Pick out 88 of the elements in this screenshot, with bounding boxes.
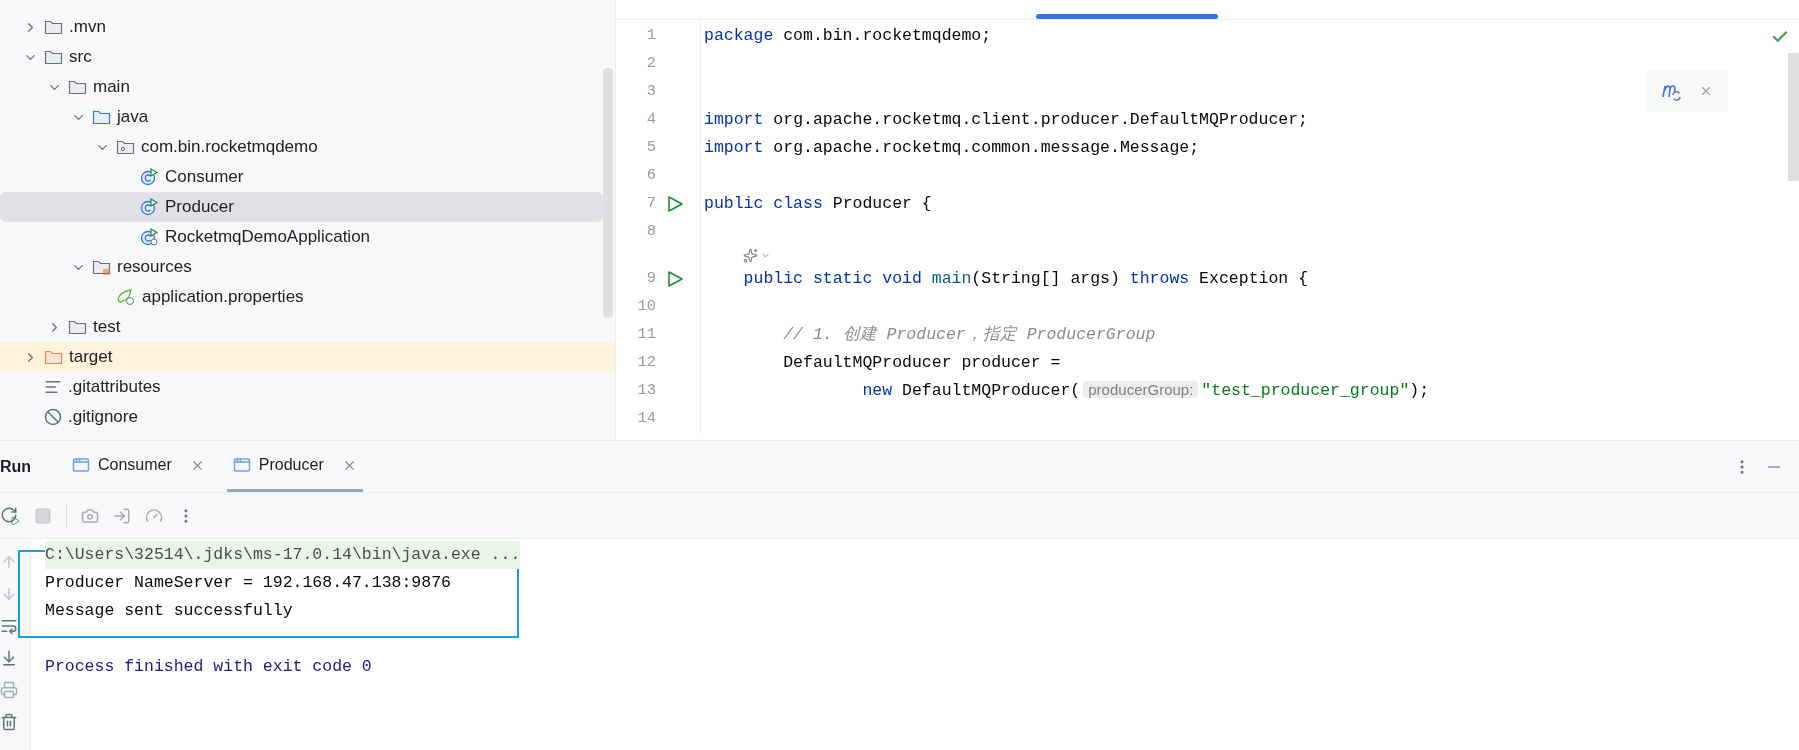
ignore-file-icon [44, 408, 62, 426]
folder-icon [68, 79, 87, 95]
line-number: 13 [636, 380, 656, 402]
tree-item-label: main [93, 76, 130, 99]
folder-icon [44, 19, 63, 35]
tree-item[interactable]: src [0, 42, 615, 72]
runnable-class-icon [140, 198, 159, 216]
resources-folder-icon [92, 259, 111, 275]
gauge-icon[interactable] [145, 506, 163, 525]
line-number: 9 [645, 268, 656, 290]
tree-item[interactable]: application.properties [0, 282, 615, 312]
trash-icon[interactable] [0, 713, 18, 731]
code-line: public class Producer { [704, 192, 932, 215]
run-tab-label: Consumer [98, 455, 172, 475]
tree-item-label: Producer [165, 196, 234, 219]
text-file-icon [44, 378, 62, 396]
console-line: Producer NameServer = 192.168.47.138:9876 [45, 572, 451, 594]
panel-title: Run [0, 456, 33, 477]
line-number: 8 [645, 221, 656, 243]
code-line: public static void main(String[] args) throws Exception { [742, 267, 1309, 290]
console-line: Message sent successfully [45, 600, 293, 622]
tree-item-label: com.bin.rocketmqdemo [141, 136, 318, 159]
tree-item[interactable]: test [0, 312, 615, 342]
line-number: 2 [645, 53, 656, 75]
tree-item-label: resources [117, 256, 192, 279]
tree-item[interactable]: main [0, 72, 615, 102]
console-line: Process finished with exit code 0 [45, 656, 372, 678]
parameter-hint: producerGroup: [1083, 380, 1199, 398]
tree-item[interactable]: Producer [0, 192, 603, 222]
tree-item[interactable]: target [0, 342, 615, 372]
tree-item[interactable]: .gitattributes [0, 372, 615, 402]
runnable-class-icon [140, 168, 159, 186]
code-line: import org.apache.rocketmq.client.producer.DefaultMQProducer; [704, 108, 1308, 131]
line-number: 14 [636, 408, 656, 430]
tree-item[interactable]: java [0, 102, 615, 132]
tree-item[interactable]: Consumer [0, 162, 615, 192]
print-icon[interactable] [0, 681, 18, 699]
folder-icon [44, 49, 63, 65]
code-line: import org.apache.rocketmq.common.message.Message; [704, 136, 1200, 159]
line-number: 4 [645, 109, 656, 131]
close-icon[interactable] [1699, 84, 1713, 98]
run-tab[interactable]: Consumer [66, 441, 211, 492]
line-number: 12 [636, 352, 656, 374]
tree-item[interactable]: .gitignore [0, 402, 615, 432]
line-number: 3 [645, 81, 656, 103]
code-line: // 1. 创建 Producer，指定 ProducerGroup [782, 323, 1156, 346]
camera-icon[interactable] [81, 506, 99, 525]
runnable-class-icon [140, 228, 159, 246]
tree-item-label: test [93, 316, 121, 339]
code-line: new DefaultMQProducer( producerGroup: "test_producer_group"); [861, 379, 1430, 402]
code-line: DefaultMQProducer producer = [782, 351, 1061, 374]
package-icon [116, 139, 135, 155]
console-icon [232, 456, 251, 474]
line-number: 1 [645, 25, 656, 47]
folder-icon [44, 349, 63, 365]
spring-leaf-icon [116, 288, 136, 306]
tree-item-label: target [69, 346, 113, 369]
line-number: 5 [645, 137, 656, 159]
login-icon[interactable] [113, 506, 131, 525]
line-number: 6 [645, 165, 656, 187]
soft-wrap-icon[interactable] [0, 617, 18, 635]
tree-item-label: .gitignore [68, 406, 138, 429]
tree-item-label: application.properties [142, 286, 304, 309]
tree-item[interactable]: resources [0, 252, 615, 282]
run-icon[interactable] [666, 195, 684, 213]
rerun-icon[interactable] [0, 505, 20, 526]
scroll-to-end-icon[interactable] [0, 649, 18, 667]
run-tab-label: Producer [258, 455, 324, 475]
line-number: 11 [636, 324, 656, 346]
tree-item-label: RocketmqDemoApplication [165, 226, 371, 249]
tree-item[interactable]: com.bin.rocketmqdemo [0, 132, 615, 162]
tree-item-label: java [117, 106, 149, 129]
console-icon [72, 456, 90, 474]
tree-item[interactable]: RocketmqDemoApplication [0, 222, 615, 252]
tree-item-label: src [69, 46, 92, 69]
tree-item[interactable]: .mvn [0, 12, 615, 42]
code-line: package com.bin.rocketmqdemo; [704, 24, 992, 47]
run-icon[interactable] [666, 270, 684, 288]
tree-item-label: .gitattributes [68, 376, 161, 399]
line-number: 7 [645, 193, 656, 215]
folder-icon [92, 109, 111, 125]
line-number: 10 [636, 296, 656, 318]
scrollbar-thumb[interactable] [1788, 53, 1799, 181]
folder-icon [68, 319, 87, 335]
scrollbar-thumb[interactable] [603, 68, 613, 318]
assistant-icon[interactable] [743, 248, 758, 263]
tree-item-label: Consumer [165, 166, 244, 189]
tree-item-label: .mvn [69, 16, 106, 39]
